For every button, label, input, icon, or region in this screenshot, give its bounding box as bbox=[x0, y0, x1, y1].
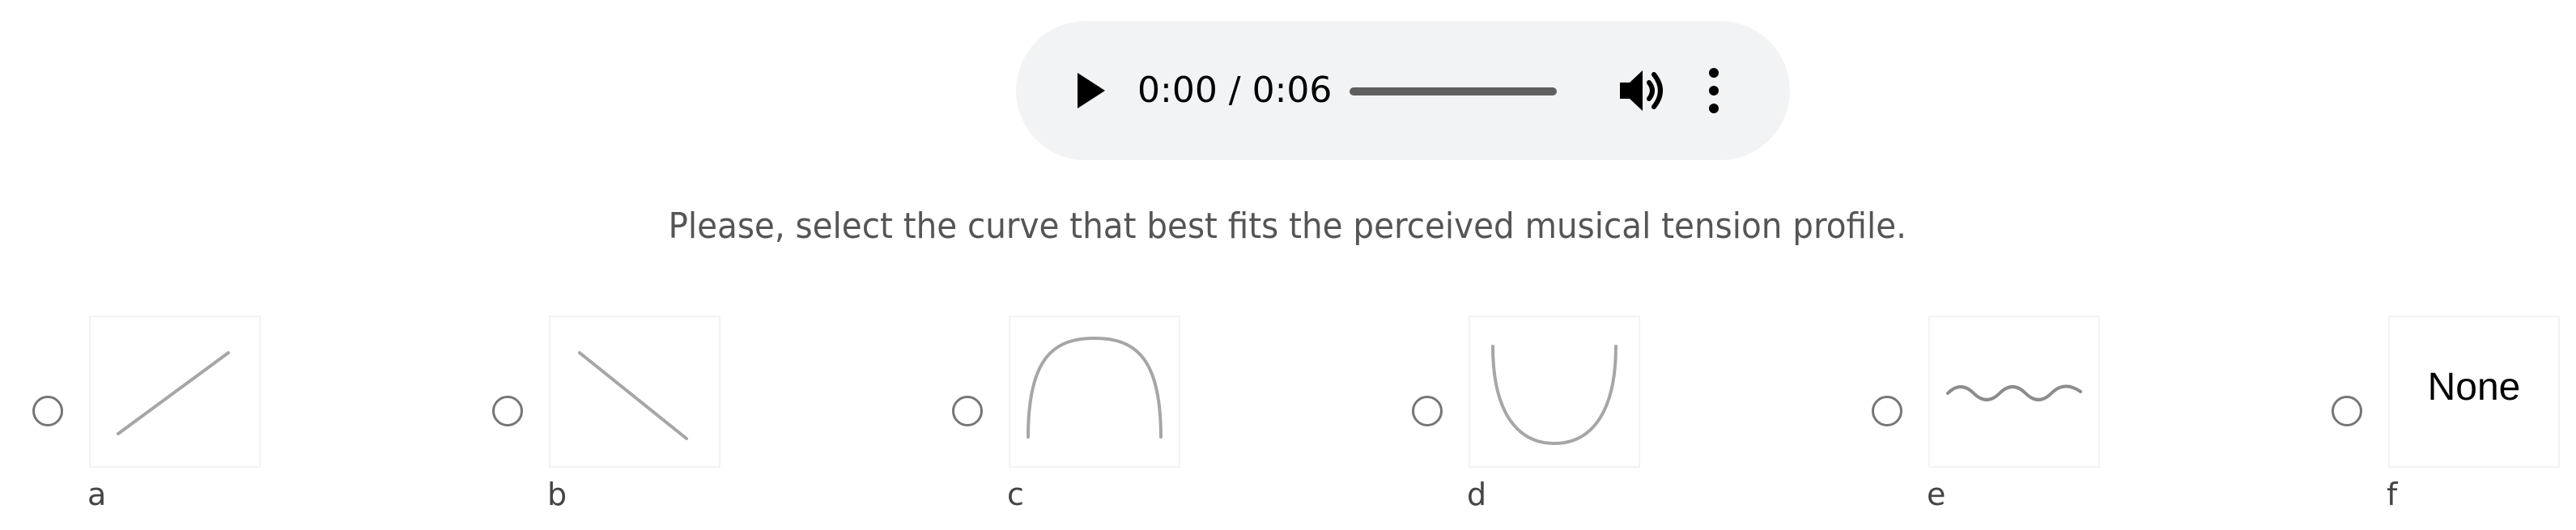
play-button[interactable] bbox=[1065, 66, 1113, 115]
more-options-button[interactable] bbox=[1698, 63, 1730, 118]
wave-curve-icon bbox=[1946, 384, 2082, 401]
radio-f[interactable] bbox=[2332, 396, 2362, 426]
curve-thumbnail-b[interactable] bbox=[550, 317, 719, 466]
none-thumbnail[interactable]: None bbox=[2390, 317, 2558, 466]
option-label: a bbox=[87, 477, 107, 512]
more-vert-icon bbox=[1709, 68, 1719, 113]
curve-thumbnail-a[interactable] bbox=[91, 317, 259, 466]
falling-line-icon bbox=[578, 351, 688, 440]
arch-curve-icon bbox=[1027, 336, 1163, 439]
curve-thumbnail-e[interactable] bbox=[1930, 317, 2098, 466]
option-label: d bbox=[1467, 477, 1487, 512]
play-icon bbox=[1078, 73, 1105, 108]
progress-slider[interactable] bbox=[1350, 87, 1557, 95]
curve-thumbnail-c[interactable] bbox=[1010, 317, 1179, 466]
audio-player: 0:00 / 0:06 bbox=[1016, 21, 1790, 160]
option-b: b bbox=[492, 307, 735, 526]
radio-a[interactable] bbox=[32, 396, 63, 426]
volume-button[interactable] bbox=[1615, 63, 1670, 118]
option-label: b bbox=[547, 477, 567, 512]
option-e: e bbox=[1872, 307, 2115, 526]
option-c: c bbox=[952, 307, 1195, 526]
option-label: e bbox=[1927, 477, 1946, 512]
radio-c[interactable] bbox=[952, 396, 983, 426]
radio-b[interactable] bbox=[492, 396, 523, 426]
time-display: 0:00 / 0:06 bbox=[1137, 70, 1333, 111]
curve-thumbnail-d[interactable] bbox=[1470, 317, 1639, 466]
option-label: c bbox=[1007, 477, 1024, 512]
option-d: d bbox=[1412, 307, 1655, 526]
question-prompt: Please, select the curve that best fits … bbox=[668, 206, 1906, 247]
rising-line-icon bbox=[117, 351, 230, 435]
radio-d[interactable] bbox=[1412, 396, 1443, 426]
option-a: a bbox=[32, 307, 275, 526]
option-f: None f bbox=[2332, 307, 2574, 526]
option-label: f bbox=[2387, 477, 2398, 512]
valley-curve-icon bbox=[1491, 345, 1617, 446]
volume-icon bbox=[1620, 70, 1663, 111]
radio-e[interactable] bbox=[1872, 396, 1902, 426]
